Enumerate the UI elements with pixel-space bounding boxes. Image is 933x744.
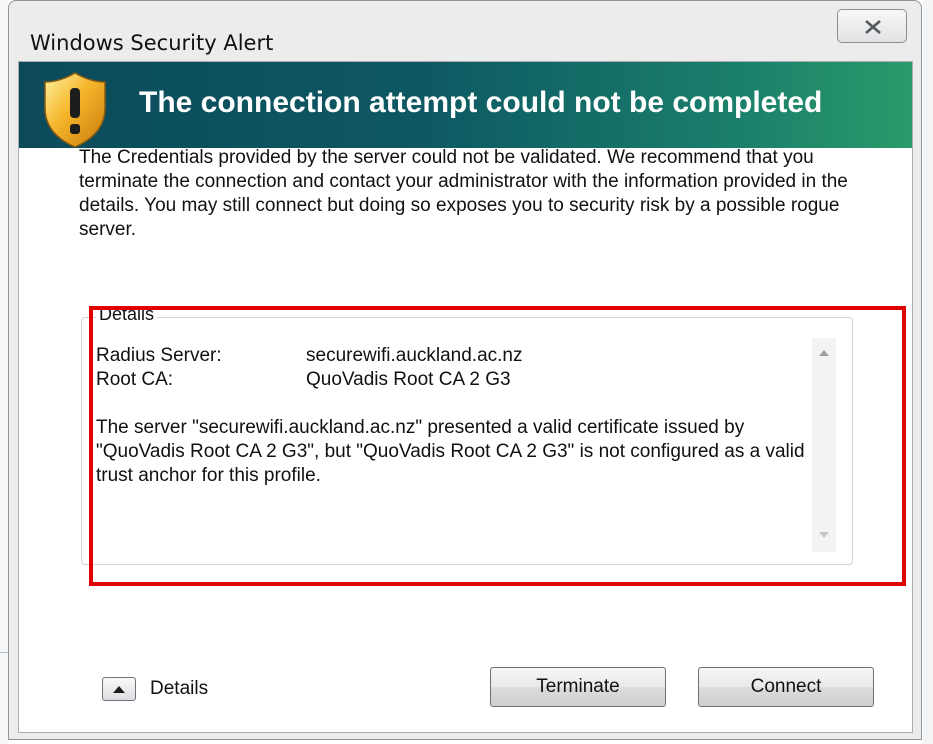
- alert-message: The Credentials provided by the server c…: [79, 147, 848, 240]
- background-left: [0, 0, 8, 744]
- chevron-up-icon: [113, 686, 125, 693]
- details-toggle-label[interactable]: Details: [150, 678, 208, 700]
- security-alert-dialog: Windows Security Alert The connection at…: [8, 0, 922, 740]
- terminate-button[interactable]: Terminate: [490, 667, 666, 707]
- close-icon: [865, 20, 881, 34]
- alert-banner: The connection attempt could not be comp…: [19, 62, 912, 148]
- shield-warning-icon: [44, 72, 106, 148]
- details-toggle-button[interactable]: [102, 677, 136, 701]
- background-divider: [0, 652, 8, 653]
- window-title: Windows Security Alert: [30, 31, 274, 55]
- title-bar: Windows Security Alert: [9, 1, 921, 61]
- banner-title: The connection attempt could not be comp…: [139, 86, 823, 119]
- highlight-annotation: [89, 306, 906, 586]
- connect-button[interactable]: Connect: [698, 667, 874, 707]
- background-right: [923, 0, 933, 744]
- close-button[interactable]: [837, 9, 907, 43]
